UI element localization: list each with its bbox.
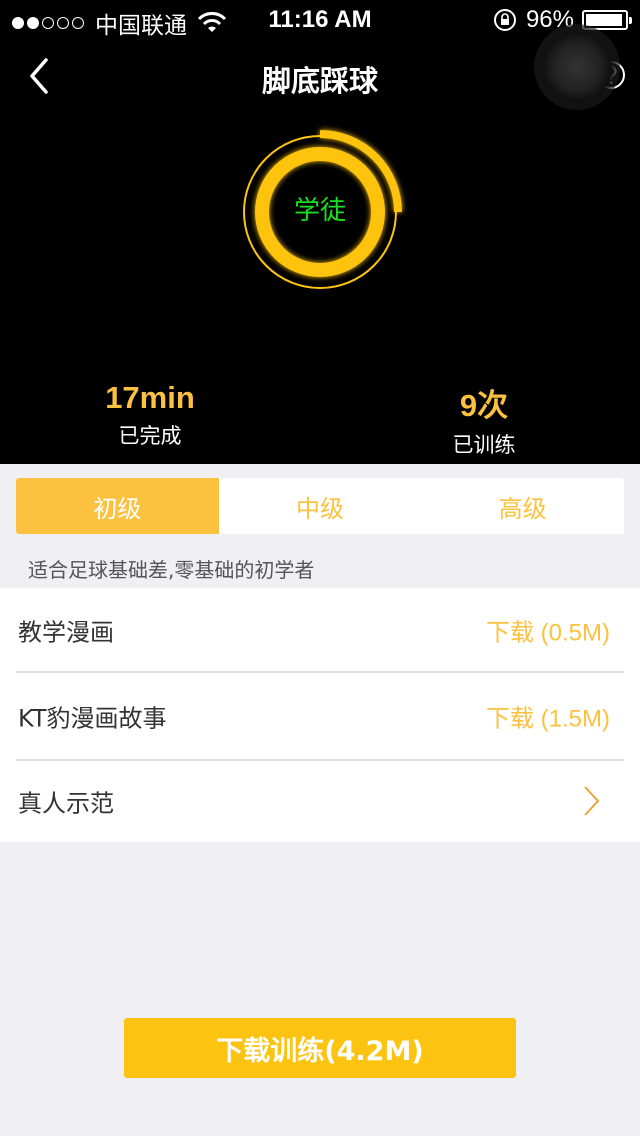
header-area: 中国联通 11:16 AM 96% 脚底踩球 学徒 17min 已完成 9次 已…: [0, 0, 640, 464]
chevron-right-icon: [584, 786, 600, 816]
download-link[interactable]: 下载 (1.5M): [486, 699, 610, 734]
stat-label: 已训练: [452, 433, 516, 457]
rotation-lock-icon: [493, 9, 516, 31]
level-description: 适合足球基础差,零基础的初学者: [28, 558, 315, 582]
stat-value: 9次: [459, 388, 509, 423]
list-item-story[interactable]: KT豹漫画故事 下载 (1.5M): [0, 672, 640, 760]
list-item-demo[interactable]: 真人示范: [0, 760, 640, 842]
list-item-title: 真人示范: [18, 789, 114, 818]
stat-label: 已完成: [118, 424, 182, 448]
list-item-title: 教学漫画: [18, 618, 114, 647]
download-link[interactable]: 下载 (0.5M): [486, 613, 610, 648]
download-training-button[interactable]: 下载训练(4.2M): [124, 1018, 516, 1078]
status-bar: 中国联通 11:16 AM 96%: [0, 0, 640, 40]
tab-advanced[interactable]: 高级: [421, 478, 624, 534]
stat-value: 17min: [105, 380, 195, 415]
level-tabs: 初级 中级 高级: [16, 478, 624, 534]
rank-label: 学徒: [293, 196, 346, 226]
assistive-touch-button[interactable]: [534, 24, 620, 110]
tab-beginner[interactable]: 初级: [16, 478, 219, 534]
list-item-title: KT豹漫画故事: [18, 704, 167, 733]
stat-trained: 9次 已训练: [334, 380, 634, 459]
list-item-comic[interactable]: 教学漫画 下载 (0.5M): [0, 588, 640, 672]
content-list: 教学漫画 下载 (0.5M) KT豹漫画故事 下载 (1.5M) 真人示范: [0, 588, 640, 842]
tab-intermediate[interactable]: 中级: [219, 478, 422, 534]
stat-completed: 17min 已完成: [0, 380, 300, 450]
